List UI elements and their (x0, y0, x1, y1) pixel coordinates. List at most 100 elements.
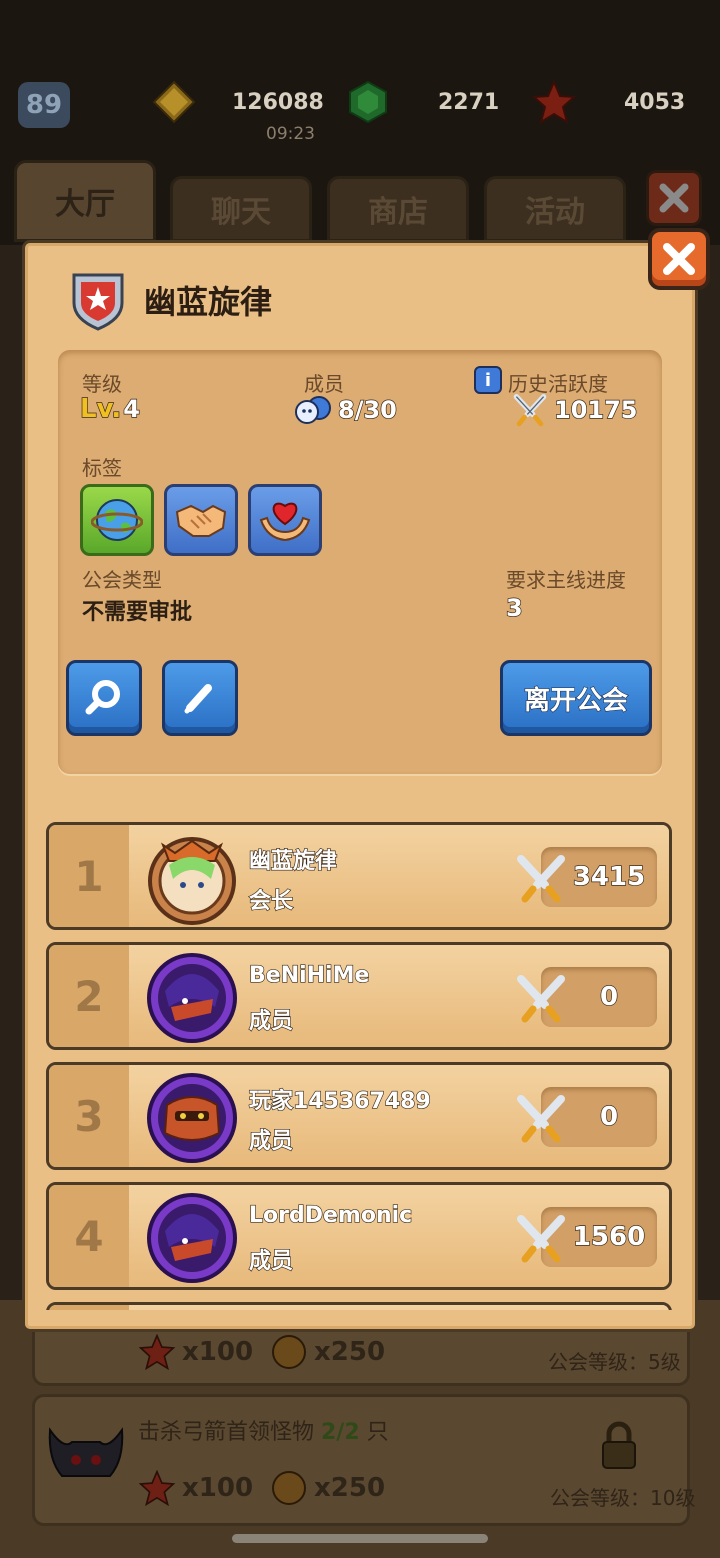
guild-type-value: 不需要审批 (82, 600, 193, 625)
star-resource: 4053 (532, 80, 685, 124)
tab-shop[interactable]: 商店 (327, 176, 469, 242)
globe-icon (91, 499, 143, 541)
member-list[interactable]: 1 幽蓝旋律 会长 3415 2 BeNiHiMe 成员 0 3 玩家14536… (44, 820, 676, 1310)
member-avatar[interactable] (145, 1071, 239, 1165)
task1-star-reward: x100 (138, 1334, 253, 1370)
members-label: 成员 (304, 372, 344, 396)
activity-label: 历史活跃度 (508, 372, 608, 396)
level-label: 等级 (82, 372, 122, 396)
members-value: 8/30 (337, 395, 397, 424)
progress-requirement-label: 要求主线进度 (506, 568, 626, 592)
tags-label: 标签 (82, 456, 122, 480)
member-rank: 1 (74, 851, 104, 901)
task2-star-amount: x100 (182, 1473, 254, 1503)
member-name: 幽蓝旋律 (248, 848, 338, 874)
screen: 89 126088 2271 4053 09:23 大厅 聊天 商店 活动 x1… (0, 0, 720, 1558)
main-tabs: 大厅 聊天 商店 活动 (14, 160, 714, 242)
rank-column (49, 1305, 129, 1310)
lock-icon (602, 1421, 636, 1469)
member-row[interactable] (46, 1302, 672, 1310)
task2-xp-reward: x250 (270, 1470, 385, 1506)
task2-requirement: 公会等级：10级 (550, 1486, 696, 1510)
member-name: BeNiHiMe (248, 962, 370, 988)
member-row[interactable]: 4 LordDemonic 成员 1560 (46, 1182, 672, 1290)
modal-close-button[interactable] (648, 228, 710, 290)
xp-icon (272, 1471, 306, 1505)
tab-events[interactable]: 活动 (484, 176, 626, 242)
task2-unit: 只 (359, 1420, 389, 1445)
tab-chat[interactable]: 聊天 (170, 176, 312, 242)
members-icon (295, 396, 331, 424)
member-avatar[interactable] (145, 1191, 239, 1285)
crossed-swords-icon (513, 394, 547, 427)
task1-requirement: 公会等级：5级 (548, 1350, 681, 1374)
guild-shield-icon (72, 273, 124, 331)
tag-handshake[interactable] (164, 484, 238, 556)
search-icon (85, 680, 120, 715)
task2-progress: 2/2 (321, 1420, 360, 1445)
task2-xp-amount: x250 (314, 1473, 386, 1503)
close-icon (659, 183, 689, 213)
task2-star-reward: x100 (138, 1470, 253, 1506)
red-star-icon (138, 1334, 176, 1370)
member-rank: 4 (74, 1211, 104, 1261)
gold-resource: 126088 (152, 80, 324, 124)
star-value: 4053 (624, 89, 686, 115)
progress-requirement-value: 3 (505, 593, 523, 622)
guild-type-label: 公会类型 (82, 568, 162, 592)
task1-xp-reward: x250 (270, 1334, 385, 1370)
heart-hands-icon (259, 502, 311, 542)
member-row[interactable]: 3 玩家145367489 成员 0 (46, 1062, 672, 1170)
pencil-icon (184, 684, 212, 714)
tag-heart-hands[interactable] (248, 484, 322, 556)
search-button[interactable] (66, 660, 142, 736)
close-icon (663, 243, 695, 275)
task2-description: 击杀弓箭首领怪物 2/2 只 (138, 1414, 389, 1446)
guild-header: 幽蓝旋律 (70, 268, 272, 332)
member-role: 成员 (248, 1128, 294, 1154)
task1-xp-amount: x250 (314, 1337, 386, 1367)
level-value: 4 (123, 394, 141, 423)
member-avatar[interactable] (145, 951, 239, 1045)
background-close-button[interactable] (646, 170, 702, 226)
xp-icon (272, 1335, 306, 1369)
guild-name: 幽蓝旋律 (144, 283, 273, 321)
leave-guild-button[interactable]: 离开公会 (500, 660, 652, 736)
green-gem-icon (349, 80, 387, 124)
member-role: 会长 (248, 888, 294, 914)
gold-coin-icon (152, 80, 196, 124)
gold-value: 126088 (232, 89, 324, 115)
activity-value: 10175 (553, 395, 638, 424)
member-name: LordDemonic (248, 1202, 413, 1228)
gem-resource: 2271 (346, 80, 499, 124)
member-role: 成员 (248, 1248, 294, 1274)
member-row[interactable]: 2 BeNiHiMe 成员 0 (46, 942, 672, 1050)
member-score: 0 (599, 1101, 619, 1132)
tag-globe[interactable] (80, 484, 154, 556)
member-rank: 2 (74, 971, 104, 1021)
member-score: 0 (599, 981, 619, 1012)
task2-text: 击杀弓箭首领怪物 (138, 1420, 321, 1445)
gem-value: 2271 (438, 89, 500, 115)
info-icon[interactable]: i (474, 366, 502, 394)
member-score: 1560 (572, 1221, 646, 1252)
red-star-icon (532, 80, 576, 124)
member-name: 玩家145367489 (248, 1088, 431, 1114)
home-indicator[interactable] (232, 1534, 488, 1543)
level-prefix: Lv. (79, 393, 122, 424)
member-role: 成员 (248, 1008, 294, 1034)
edit-button[interactable] (162, 660, 238, 736)
member-score: 3415 (572, 861, 646, 892)
clock: 09:23 (266, 124, 315, 144)
handshake-icon (175, 504, 227, 537)
boss-monster-icon (48, 1427, 124, 1477)
guild-level: Lv. 4 (79, 393, 141, 424)
leader-avatar[interactable] (145, 831, 239, 925)
player-level-badge: 89 (18, 82, 70, 128)
task1-star-amount: x100 (182, 1337, 254, 1367)
member-rank: 3 (74, 1091, 104, 1141)
member-row[interactable]: 1 幽蓝旋律 会长 3415 (46, 822, 672, 930)
tab-lobby[interactable]: 大厅 (14, 160, 156, 242)
row-band (129, 1305, 669, 1310)
red-star-icon (138, 1470, 176, 1506)
